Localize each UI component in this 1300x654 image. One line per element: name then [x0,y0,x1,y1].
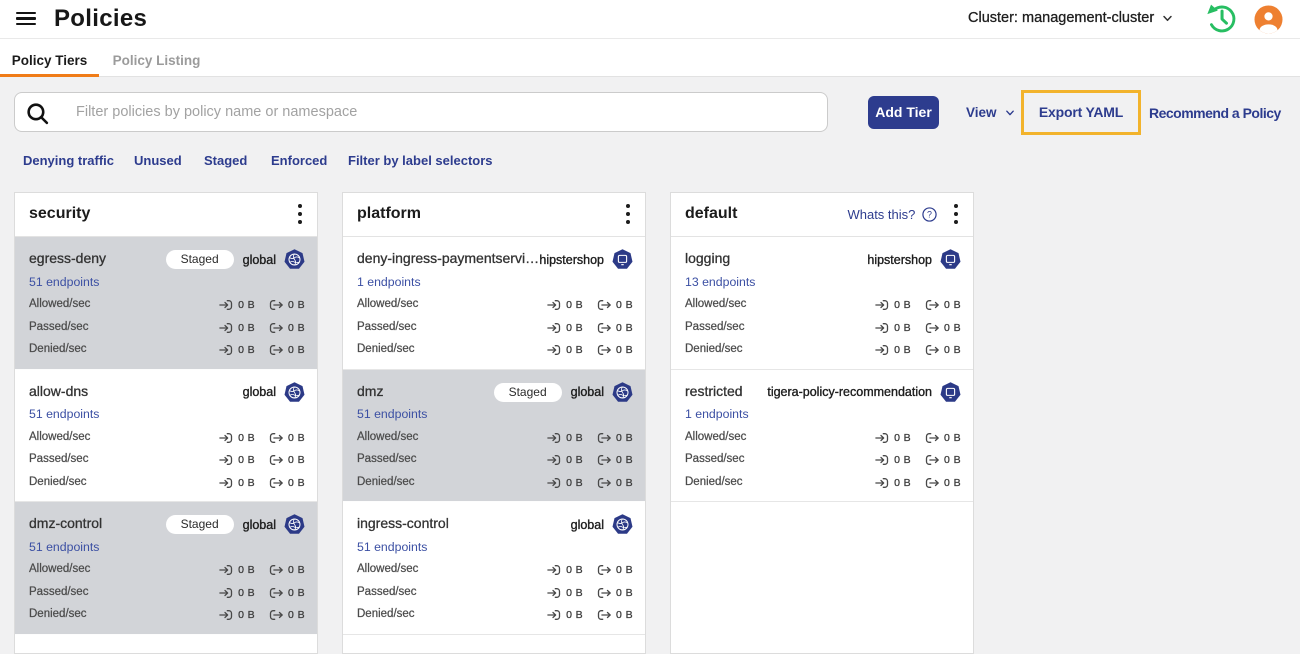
svg-text:?: ? [927,210,932,220]
